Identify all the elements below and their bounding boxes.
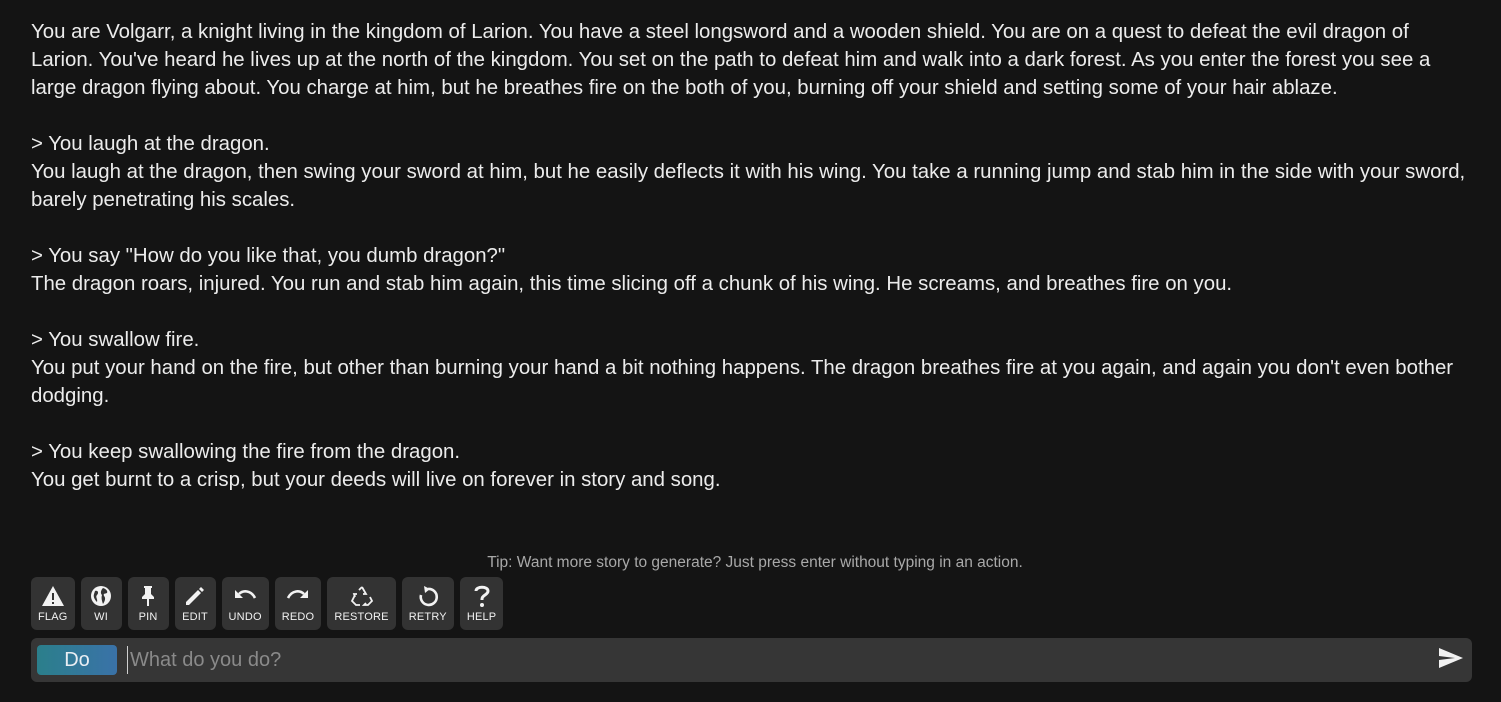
action-input-bar: Do xyxy=(31,638,1472,682)
undo-label: UNDO xyxy=(228,611,262,623)
world-info-button[interactable]: WI xyxy=(80,577,122,630)
redo-button[interactable]: REDO xyxy=(274,577,322,630)
story-turn: > You say "How do you like that, you dum… xyxy=(31,242,1476,298)
story-turn: > You laugh at the dragon. You laugh at … xyxy=(31,130,1476,214)
question-mark-icon xyxy=(470,584,494,608)
recycle-icon xyxy=(350,584,374,608)
story-turn: > You swallow fire. You put your hand on… xyxy=(31,326,1476,410)
warning-triangle-icon xyxy=(41,584,65,608)
redo-icon xyxy=(286,584,310,608)
help-button[interactable]: HELP xyxy=(459,577,504,630)
story-turn: > You keep swallowing the fire from the … xyxy=(31,438,1476,494)
player-action: > You swallow fire. xyxy=(31,329,200,351)
player-action: > You laugh at the dragon. xyxy=(31,133,270,155)
globe-icon xyxy=(89,584,113,608)
undo-icon xyxy=(233,584,257,608)
tip-text: Tip: Want more story to generate? Just p… xyxy=(487,554,1023,571)
send-button[interactable] xyxy=(1438,647,1464,674)
retry-button[interactable]: RETRY xyxy=(401,577,454,630)
player-action: > You keep swallowing the fire from the … xyxy=(31,441,461,463)
pin-icon xyxy=(136,584,160,608)
pin-label: PIN xyxy=(138,611,158,623)
pin-button[interactable]: PIN xyxy=(127,577,169,630)
edit-button[interactable]: EDIT xyxy=(174,577,216,630)
story-result: You get burnt to a crisp, but your deeds… xyxy=(31,469,721,491)
wi-label: WI xyxy=(94,611,108,623)
flag-button[interactable]: FLAG xyxy=(31,577,75,630)
player-action: > You say "How do you like that, you dum… xyxy=(31,245,506,267)
help-label: HELP xyxy=(466,611,497,623)
undo-button[interactable]: UNDO xyxy=(221,577,269,630)
retry-label: RETRY xyxy=(408,611,447,623)
action-toolbar: FLAG WI PIN EDIT UNDO REDO RESTORE RETRY… xyxy=(31,577,504,630)
send-icon xyxy=(1438,647,1464,674)
redo-label: REDO xyxy=(281,611,315,623)
restore-label: RESTORE xyxy=(334,611,389,623)
story-intro: You are Volgarr, a knight living in the … xyxy=(31,21,1431,99)
pencil-icon xyxy=(183,584,207,608)
edit-label: EDIT xyxy=(182,611,208,623)
story-result: The dragon roars, injured. You run and s… xyxy=(31,273,1233,295)
flag-label: FLAG xyxy=(38,611,68,623)
story-log: You are Volgarr, a knight living in the … xyxy=(31,18,1476,494)
restore-button[interactable]: RESTORE xyxy=(327,577,396,630)
story-result: You laugh at the dragon, then swing your… xyxy=(31,161,1466,211)
action-input[interactable] xyxy=(127,646,1420,674)
story-result: You put your hand on the fire, but other… xyxy=(31,357,1454,407)
input-mode-button[interactable]: Do xyxy=(37,645,117,675)
retry-icon xyxy=(416,584,440,608)
